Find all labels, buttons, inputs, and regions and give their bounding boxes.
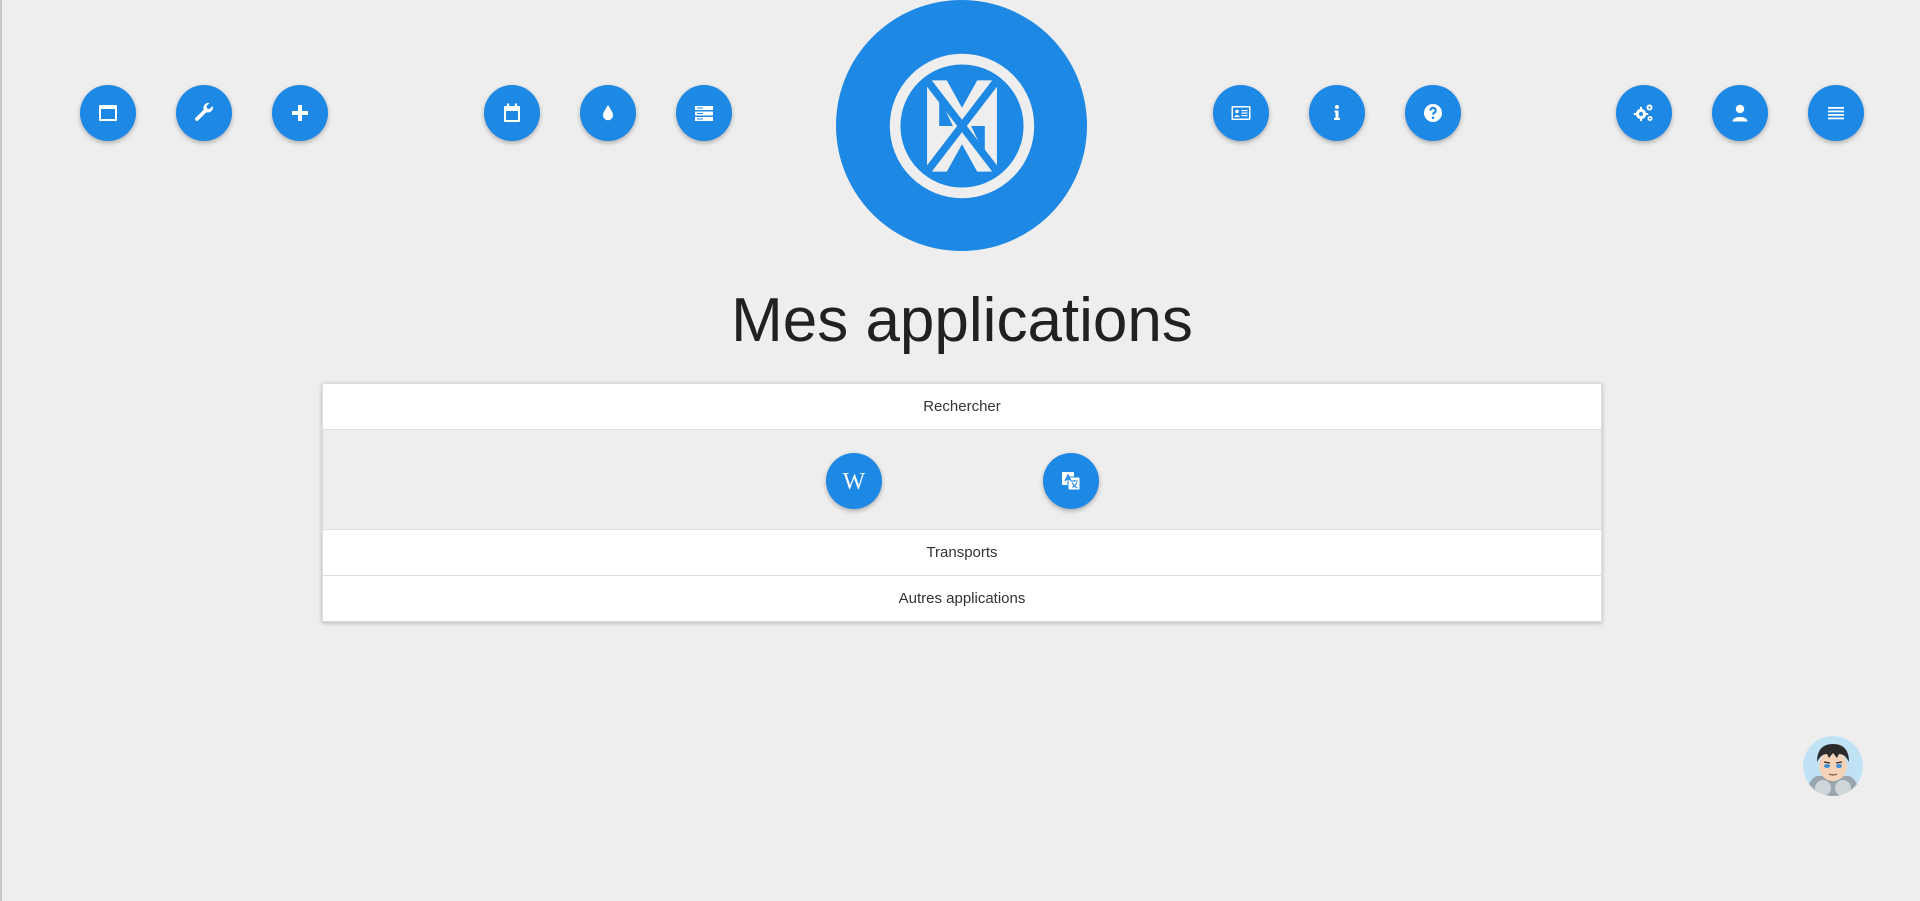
wikipedia-icon: W xyxy=(843,469,866,495)
section-body-rechercher: W xyxy=(323,430,1601,530)
menu-icon xyxy=(1828,107,1844,120)
section-header-rechercher[interactable]: Rechercher xyxy=(323,384,1601,430)
calendar-icon xyxy=(504,103,520,122)
translate-icon xyxy=(1062,472,1081,491)
question-icon xyxy=(1424,104,1442,122)
wrench-icon xyxy=(195,102,213,121)
wikipedia-app-button[interactable]: W xyxy=(826,453,882,509)
user-avatar[interactable] xyxy=(1803,736,1863,796)
plus-icon xyxy=(292,105,308,121)
avatar-image xyxy=(1803,736,1863,796)
wrench-button[interactable] xyxy=(176,85,232,141)
applications-accordion: Rechercher W Transports Autres applicati… xyxy=(322,383,1602,622)
app-logo-icon xyxy=(889,53,1034,198)
window-icon xyxy=(99,105,117,121)
gears-icon xyxy=(1633,104,1653,122)
id-card-button[interactable] xyxy=(1213,85,1269,141)
info-button[interactable] xyxy=(1309,85,1365,141)
drop-button[interactable] xyxy=(580,85,636,141)
id-card-icon xyxy=(1231,106,1251,120)
help-button[interactable] xyxy=(1405,85,1461,141)
drop-icon xyxy=(603,105,613,121)
window-button[interactable] xyxy=(80,85,136,141)
section-header-transports[interactable]: Transports xyxy=(323,530,1601,576)
page: Mes applications Rechercher W Transports… xyxy=(0,0,1920,901)
storage-button[interactable] xyxy=(676,85,732,141)
settings-button[interactable] xyxy=(1616,85,1672,141)
menu-button[interactable] xyxy=(1808,85,1864,141)
page-title: Mes applications xyxy=(731,286,1193,355)
svg-text:W: W xyxy=(843,469,866,495)
translate-app-button[interactable] xyxy=(1043,453,1099,509)
section-header-autres-applications[interactable]: Autres applications xyxy=(323,576,1601,621)
storage-list-icon xyxy=(695,106,713,121)
app-logo[interactable] xyxy=(836,0,1087,251)
user-icon xyxy=(1732,104,1748,122)
info-icon xyxy=(1334,105,1340,120)
user-button[interactable] xyxy=(1712,85,1768,141)
add-button[interactable] xyxy=(272,85,328,141)
calendar-button[interactable] xyxy=(484,85,540,141)
